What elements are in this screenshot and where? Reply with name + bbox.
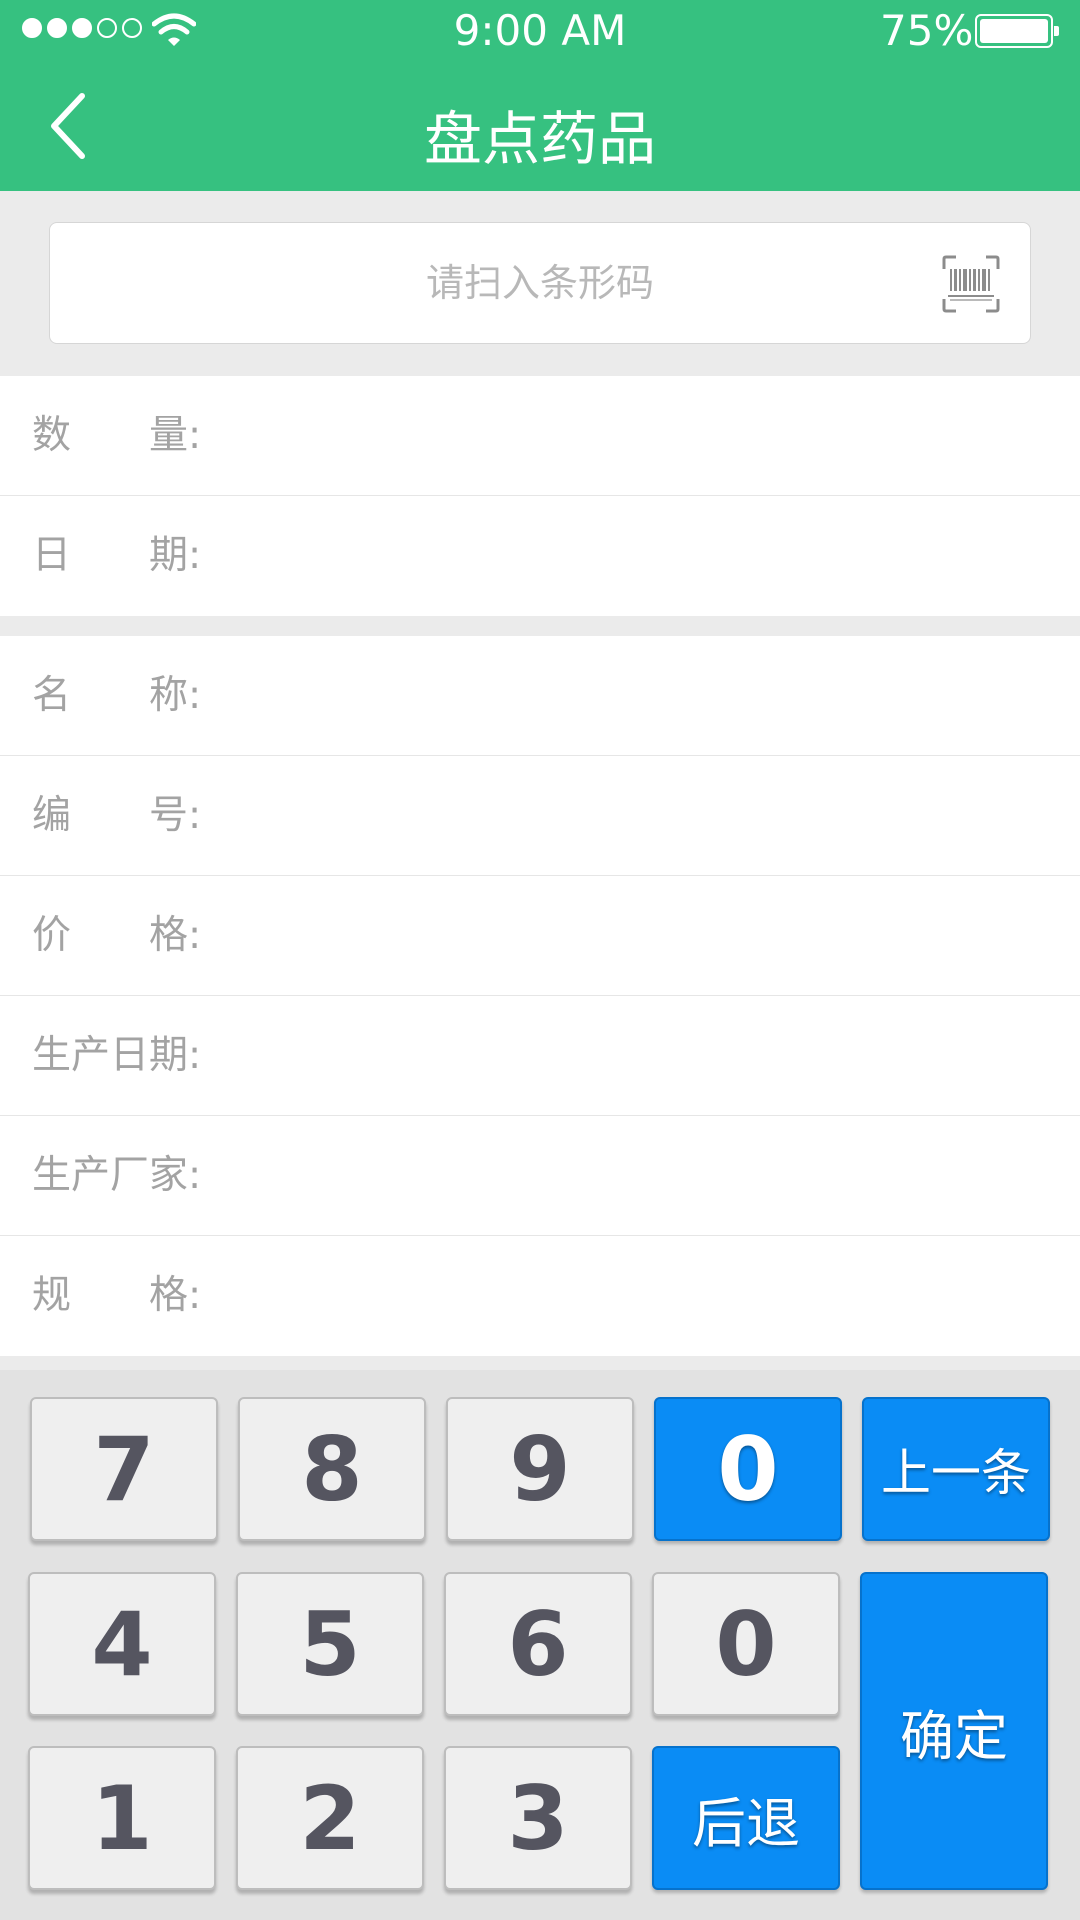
key-6[interactable]: 6 (444, 1572, 632, 1716)
status-bar: 9:00 AM 75% (0, 0, 1080, 60)
battery-icon (975, 14, 1059, 48)
barcode-search-box[interactable] (49, 222, 1031, 344)
row-label: 编 号: (32, 793, 202, 838)
key-1[interactable]: 1 (28, 1746, 216, 1890)
backspace-button[interactable]: 后退 (652, 1746, 840, 1890)
form-row-production-date: 生产日期: (0, 996, 1080, 1116)
form-row-specification: 规 格: (0, 1236, 1080, 1356)
numeric-keypad: 7 8 9 0 上一条 4 5 6 0 确定 1 2 3 后退 (0, 1370, 1080, 1920)
form-row-price: 价 格: (0, 876, 1080, 996)
form-row-quantity[interactable]: 数 量: (0, 376, 1080, 496)
battery-fill (980, 19, 1048, 43)
row-label: 名 称: (32, 673, 202, 718)
key-3[interactable]: 3 (444, 1746, 632, 1890)
row-label: 规 格: (32, 1273, 202, 1318)
form-row-name: 名 称: (0, 636, 1080, 756)
key-7[interactable]: 7 (30, 1397, 218, 1541)
row-label: 价 格: (32, 913, 202, 958)
quantity-date-section: 数 量: 日 期: (0, 376, 1080, 616)
row-label: 数 量: (32, 413, 202, 458)
key-2[interactable]: 2 (236, 1746, 424, 1890)
header-bar: 9:00 AM 75% 盘点药品 (0, 0, 1080, 191)
confirm-button[interactable]: 确定 (860, 1572, 1048, 1890)
key-0[interactable]: 0 (652, 1572, 840, 1716)
key-5[interactable]: 5 (236, 1572, 424, 1716)
battery-percent: 75% (880, 6, 974, 55)
row-label: 生产日期: (32, 1033, 202, 1078)
key-9[interactable]: 9 (446, 1397, 634, 1541)
previous-item-button[interactable]: 上一条 (862, 1397, 1050, 1541)
key-8[interactable]: 8 (238, 1397, 426, 1541)
key-0-highlighted[interactable]: 0 (654, 1397, 842, 1541)
battery-tip (1054, 26, 1059, 36)
form-row-manufacturer: 生产厂家: (0, 1116, 1080, 1236)
form-row-date[interactable]: 日 期: (0, 496, 1080, 616)
row-label: 日 期: (32, 533, 202, 578)
drug-details-section: 名 称: 编 号: 价 格: 生产日期: 生产厂家: 规 格: (0, 636, 1080, 1356)
barcode-input[interactable] (50, 223, 1030, 343)
page-title: 盘点药品 (423, 105, 656, 173)
row-label: 生产厂家: (32, 1153, 202, 1198)
form-row-code: 编 号: (0, 756, 1080, 876)
key-4[interactable]: 4 (28, 1572, 216, 1716)
barcode-scan-icon[interactable] (942, 255, 1000, 313)
